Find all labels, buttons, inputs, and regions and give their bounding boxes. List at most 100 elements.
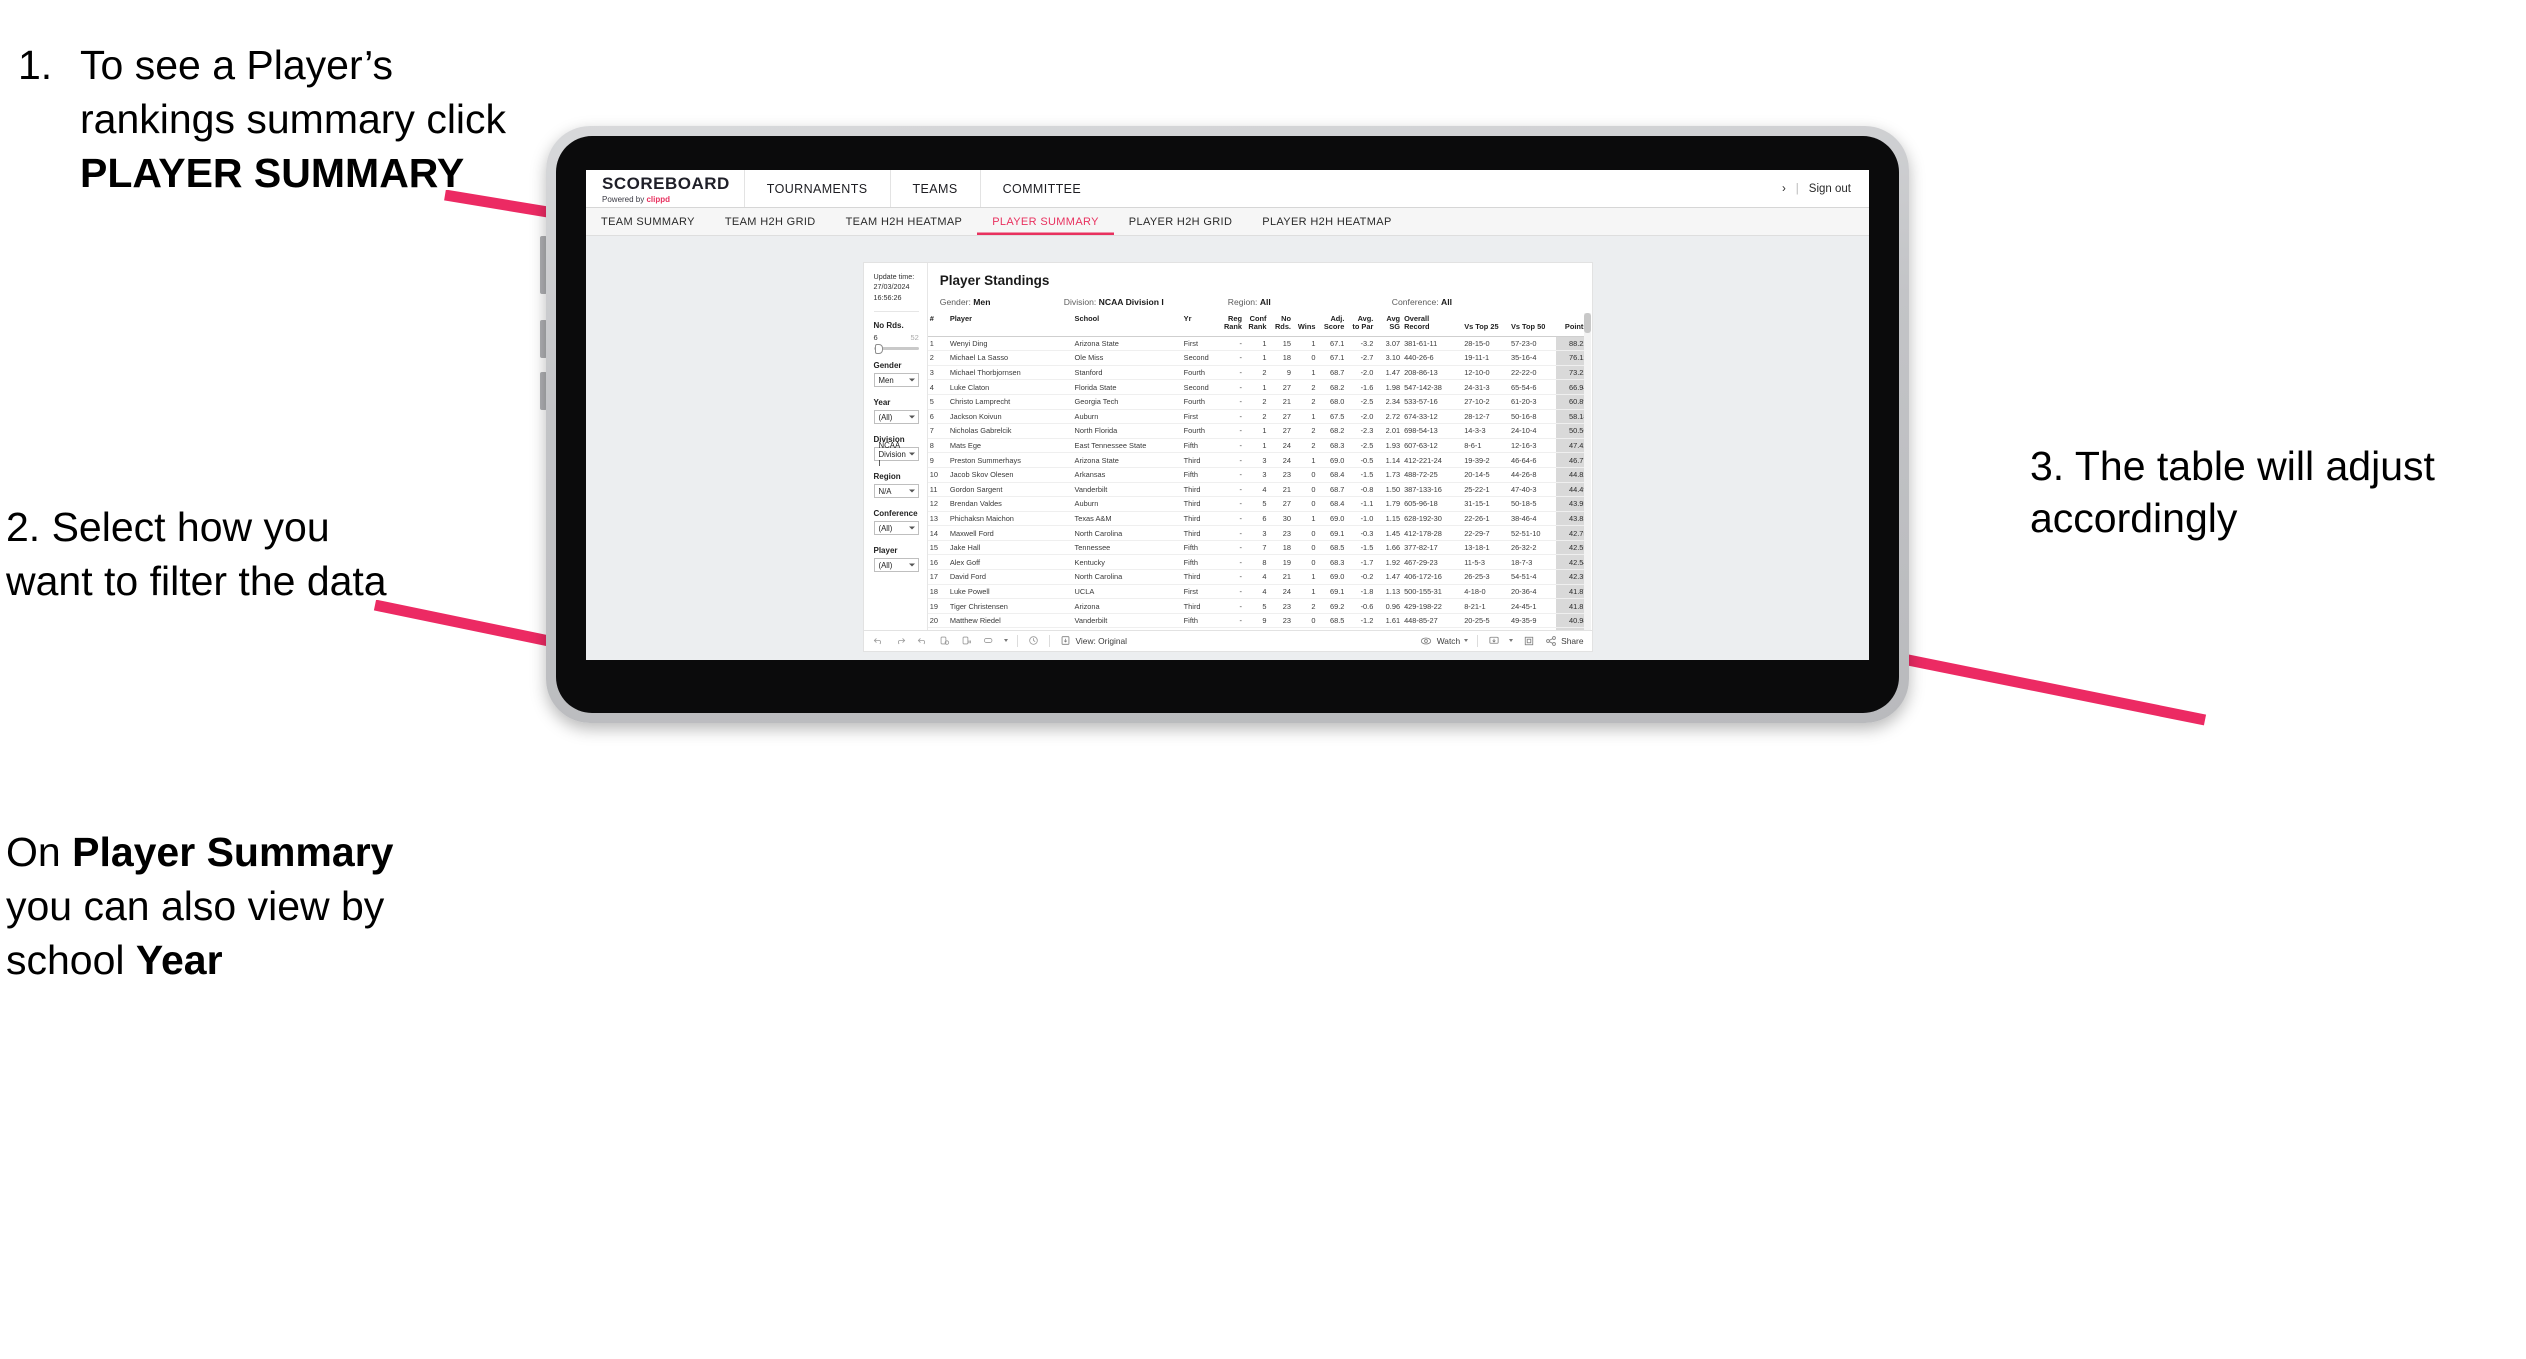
table-cell: 8 — [1244, 554, 1269, 571]
table-cell: 2 — [1292, 598, 1318, 614]
table-cell: - — [1219, 379, 1245, 395]
chevron-down-icon[interactable] — [1509, 639, 1514, 643]
table-cell: 1.93 — [1375, 438, 1403, 454]
filter-gender-select[interactable]: Men — [873, 373, 919, 388]
table-cell: Arizona State — [1072, 452, 1182, 468]
tab-player-h2h-grid[interactable]: PLAYER H2H GRID — [1114, 208, 1247, 235]
dropdown-caret-icon[interactable] — [1003, 639, 1008, 643]
column-header-[interactable]: # — [927, 313, 948, 337]
column-header-yr[interactable]: Yr — [1181, 313, 1220, 337]
table-cell: 61-20-3 — [1508, 394, 1556, 410]
column-header-overall-record[interactable]: Overall Record — [1402, 313, 1463, 337]
table-cell: -0.2 — [1346, 569, 1376, 585]
revert-icon[interactable] — [916, 634, 929, 647]
redo-icon[interactable] — [894, 634, 907, 647]
column-header-player[interactable]: Player — [947, 313, 1073, 337]
table-row[interactable]: 20 Matthew Riedel Vanderbilt Fifth -9 23 0 68.5… — [927, 613, 1592, 629]
tab-player-h2h-heatmap[interactable]: PLAYER H2H HEATMAP — [1247, 208, 1406, 235]
table-scrollbar-thumb[interactable] — [1584, 313, 1592, 333]
tab-team-summary[interactable]: TEAM SUMMARY — [586, 208, 710, 235]
filter-player-select[interactable]: (All) — [873, 558, 919, 573]
download-icon[interactable] — [1487, 634, 1500, 647]
user-menu-icon[interactable]: › — [1782, 183, 1786, 195]
column-header-school[interactable]: School — [1072, 313, 1182, 337]
table-cell: - — [1219, 336, 1245, 352]
undo-icon[interactable] — [872, 634, 885, 647]
table-row[interactable]: 4 Luke Claton Florida State Second -1 27 2 68.2… — [927, 379, 1592, 395]
no-rds-slider-handle[interactable] — [874, 343, 883, 354]
watch-button[interactable]: Watch — [1420, 634, 1469, 647]
table-cell: 35-16-4 — [1508, 350, 1556, 366]
pause-icon[interactable] — [960, 634, 973, 647]
table-row[interactable]: 16 Alex Goff Kentucky Fifth -8 19 0 68.3 -1.7 1.9… — [927, 554, 1592, 571]
table-row[interactable]: 21Taehoon SongWashingtonFourth-623169.2-… — [927, 627, 1592, 630]
table-row[interactable]: 18 Luke Powell UCLA First -4 24 1 69.1 -1.8 1.13 5… — [927, 584, 1592, 600]
filter-region-select[interactable]: N/A — [873, 484, 919, 499]
column-header-conf-rank[interactable]: Conf Rank — [1244, 313, 1269, 337]
column-header-avg-to-par[interactable]: Avg. to Par — [1346, 313, 1376, 337]
table-cell: -1.7 — [1346, 554, 1376, 571]
table-row[interactable]: 1 Wenyi Ding Arizona State First -1 15 1 67.1 -3… — [927, 336, 1592, 352]
table-cell: Second — [1181, 350, 1220, 366]
table-cell: 3 — [1244, 467, 1269, 483]
top-nav-teams[interactable]: TEAMS — [889, 170, 980, 207]
table-row[interactable]: 13 Phichaksn Maichon Texas A&M Third -6 30 1 69… — [927, 511, 1592, 527]
table-row[interactable]: 9 Preston Summerhays Arizona State Third -3 2… — [927, 452, 1592, 468]
table-row[interactable]: 11 Gordon Sargent Vanderbilt Third -4 21 0 68.7… — [927, 482, 1592, 498]
column-header-line: SG — [1389, 322, 1401, 332]
table-row[interactable]: 8 Mats Ege East Tennessee State Fifth -1 24 2 6… — [927, 438, 1592, 454]
filter-division-select[interactable]: NCAA Division I — [873, 441, 919, 468]
table-cell: 15 — [927, 540, 948, 556]
top-nav-committee[interactable]: COMMITTEE — [979, 170, 1104, 207]
table-cell: 3 — [1244, 525, 1269, 541]
summary-region-value: All — [1259, 297, 1271, 307]
summary-division: Division: NCAA Division I — [1064, 297, 1224, 307]
table-cell: 26-25-3 — [1462, 569, 1509, 585]
table-row[interactable]: 12 Brendan Valdes Auburn Third -5 27 0 68.4 -1.1… — [927, 496, 1592, 512]
table-row[interactable]: 5 Christo Lamprecht Georgia Tech Fourth -2 21… — [927, 394, 1592, 410]
column-header-vs-top-25[interactable]: Vs Top 25 — [1462, 313, 1509, 337]
table-cell: 467-29-23 — [1402, 554, 1463, 571]
table-row[interactable]: 17 David Ford North Carolina Third -4 21 1 69.0… — [927, 569, 1592, 585]
fullscreen-icon[interactable] — [1522, 634, 1535, 647]
column-header-no-rds[interactable]: No Rds. — [1268, 313, 1293, 337]
table-row[interactable]: 19 Tiger Christensen Arizona Third -5 23 2 69.2… — [927, 598, 1592, 614]
table-row[interactable]: 7 Nicholas Gabrelcik North Florida Fourth -1… — [927, 423, 1592, 439]
table-row[interactable]: 3 Michael Thorbjornsen Stanford Fourth -2 9 1 6… — [927, 365, 1592, 381]
column-header-wins[interactable]: Wins — [1292, 313, 1318, 337]
no-rds-slider-track[interactable] — [873, 343, 919, 354]
table-row[interactable]: 10 Jacob Skov Olesen Arkansas Fifth -3 23 0 68.… — [927, 467, 1592, 483]
annotation-step-3-text: 3. The table will adjust accordingly — [2030, 443, 2435, 542]
table-cell: 1 — [1292, 627, 1318, 630]
filter-conference-select[interactable]: (All) — [873, 521, 919, 536]
view-label: View: Original — [1075, 635, 1128, 646]
table-scrollbar[interactable] — [1584, 313, 1592, 630]
filter-year-select[interactable]: (All) — [873, 410, 919, 425]
chevron-down-icon — [908, 563, 915, 567]
table-cell: Washington — [1072, 627, 1182, 630]
annotation-note-bold1: Player Summary — [72, 829, 394, 875]
tab-team-h2h-heatmap[interactable]: TEAM H2H HEATMAP — [831, 208, 978, 235]
annotation-note-part1: On — [6, 829, 73, 875]
table-cell: Taehoon Song — [947, 627, 1073, 630]
view-button[interactable]: View: Original — [1059, 634, 1128, 647]
sign-out-link[interactable]: Sign out — [1809, 183, 1851, 195]
table-cell: - — [1219, 394, 1245, 410]
layout-icon[interactable] — [982, 634, 995, 647]
top-nav-tournaments[interactable]: TOURNAMENTS — [743, 170, 890, 207]
annotation-step-1-bold: PLAYER SUMMARY — [80, 150, 465, 197]
table-row[interactable]: 2 Michael La Sasso Ole Miss Second -1 18 0 67.1… — [927, 350, 1592, 366]
history-icon[interactable] — [1027, 634, 1040, 647]
tab-player-summary[interactable]: PLAYER SUMMARY — [977, 208, 1114, 235]
column-header-avg-sg[interactable]: Avg SG — [1375, 313, 1403, 337]
refresh-data-icon[interactable] — [938, 634, 951, 647]
table-row[interactable]: 15 Jake Hall Tennessee Fifth -7 18 0 68.5 -1.5 1.… — [927, 540, 1592, 556]
column-header-reg-rank[interactable]: Reg Rank — [1219, 313, 1245, 337]
table-row[interactable]: 6 Jackson Koivun Auburn First -2 27 1 67.5 -2.0 2… — [927, 409, 1592, 425]
column-header-vs-top-50[interactable]: Vs Top 50 — [1508, 313, 1556, 337]
share-button[interactable]: Share — [1544, 634, 1584, 647]
table-cell: Luke Powell — [947, 584, 1073, 600]
tab-team-h2h-grid[interactable]: TEAM H2H GRID — [710, 208, 831, 235]
table-row[interactable]: 14 Maxwell Ford North Carolina Third -3 23 0 69… — [927, 525, 1592, 541]
column-header-adj-score[interactable]: Adj. Score — [1317, 313, 1347, 337]
